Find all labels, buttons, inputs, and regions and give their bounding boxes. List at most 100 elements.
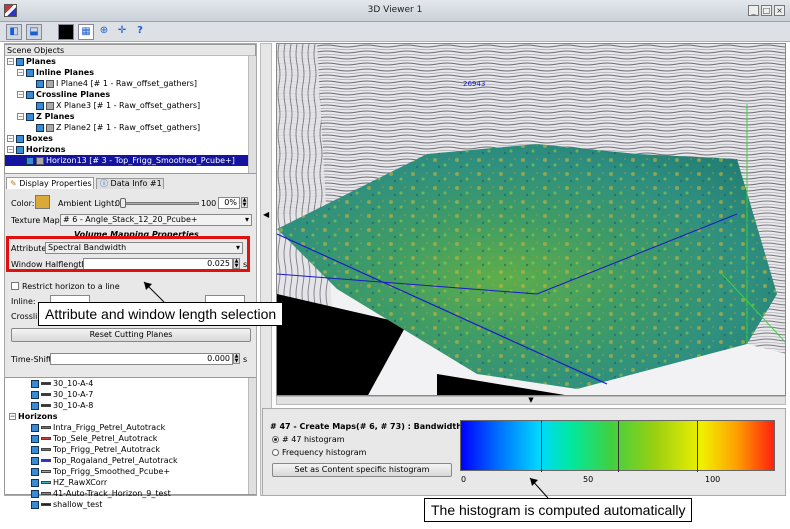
checkbox-icon[interactable] [36, 101, 44, 110]
list-item[interactable]: Top_Rogaland_Petrel_Autotrack [9, 455, 255, 466]
checkbox-icon[interactable] [16, 134, 24, 143]
scene-item[interactable]: I Plane4 [# 1 - Raw_offset_gathers] [5, 78, 255, 89]
checkbox-icon[interactable] [26, 156, 34, 165]
expand-icon[interactable]: − [7, 58, 14, 65]
list-item[interactable]: Top_Frigg_Smoothed_Pcube+ [9, 466, 255, 477]
list-item[interactable]: Intra_Frigg_Petrel_Autotrack [9, 422, 255, 433]
checkbox-icon[interactable] [26, 112, 34, 121]
line-color-icon [41, 448, 51, 451]
checkbox-icon[interactable] [16, 145, 24, 154]
checkbox-icon[interactable] [31, 379, 39, 388]
checkbox-icon[interactable] [31, 390, 39, 399]
expand-icon[interactable]: − [7, 146, 14, 153]
expand-icon[interactable]: − [17, 113, 24, 120]
content-histogram-button[interactable]: Set as Content specific histogram [272, 463, 452, 477]
line-color-icon [41, 426, 51, 429]
checkbox-icon[interactable] [31, 423, 39, 432]
color-swatch[interactable] [35, 195, 50, 209]
collapse-left-icon[interactable]: ◀ [263, 210, 269, 219]
background-color-icon[interactable] [58, 24, 74, 40]
list-item-label: 30_10-A-7 [53, 390, 94, 399]
time-shift-field[interactable]: 0.000 [50, 353, 233, 365]
list-item[interactable]: 41-Auto-Track_Horizon_9_test [9, 488, 255, 499]
scene-objects-header: Scene Objects [5, 45, 255, 56]
histogram-marker[interactable] [618, 421, 619, 472]
scene-item[interactable]: Horizon13 [# 3 - Top_Frigg_Smoothed_Pcub… [5, 155, 255, 166]
list-item[interactable]: HZ_RawXCorr [9, 477, 255, 488]
help-icon[interactable]: ? [132, 24, 148, 40]
histogram-callout-arrow [529, 477, 549, 499]
list-item[interactable]: Top_Sele_Petrel_Autotrack [9, 433, 255, 444]
collapse-bottom-button[interactable]: ▼ [276, 396, 786, 405]
tab-data-info[interactable]: ⓘ Data Info #1 [96, 178, 164, 189]
collapse-icon[interactable]: − [9, 413, 16, 420]
scene-item[interactable]: X Plane3 [# 1 - Raw_offset_gathers] [5, 100, 255, 111]
list-item[interactable]: 30_10-A-4 [9, 378, 255, 389]
list-item-label: Top_Frigg_Smoothed_Pcube+ [53, 467, 171, 476]
crosshair-icon[interactable]: ⊕ [96, 24, 112, 40]
scene-item[interactable]: − Planes [5, 56, 255, 67]
checkbox-icon[interactable] [31, 434, 39, 443]
list-item[interactable]: 30_10-A-7 [9, 389, 255, 400]
list-item[interactable]: Top_Frigg_Petrel_Autotrack [9, 444, 255, 455]
toolbar: ◧ ⬓ ▦ ⊕ ✛ ? [0, 22, 790, 42]
checkbox-icon[interactable] [31, 401, 39, 410]
3d-viewport[interactable]: 26943 [276, 43, 786, 396]
radio-histogram[interactable] [272, 436, 279, 443]
histogram-marker[interactable] [541, 421, 542, 472]
view-left-icon[interactable]: ◧ [6, 24, 22, 40]
list-item-label: 30_10-A-8 [53, 401, 94, 410]
opacity-field[interactable]: 0% [218, 197, 240, 209]
scene-item[interactable]: Z Plane2 [# 1 - Raw_offset_gathers] [5, 122, 255, 133]
ambient-slider[interactable] [121, 202, 199, 205]
histogram-colorbar[interactable] [460, 420, 775, 472]
checkbox-icon[interactable] [16, 57, 24, 66]
list-item[interactable]: shallow_test [9, 499, 255, 510]
object-icon [46, 123, 54, 132]
list-item[interactable]: 30_10-A-8 [9, 400, 255, 411]
time-shift-spinner[interactable]: ▲ ▼ [233, 353, 240, 364]
checkbox-icon[interactable] [31, 456, 39, 465]
expand-icon[interactable]: − [7, 135, 14, 142]
data-tree-scrollbar[interactable] [248, 378, 256, 494]
opacity-spinner[interactable]: ▲ ▼ [241, 197, 248, 208]
scene-item[interactable]: − Boxes [5, 133, 255, 144]
radio-frequency[interactable] [272, 449, 279, 456]
target-icon[interactable]: ✛ [114, 24, 130, 40]
scene-item[interactable]: − Horizons [5, 144, 255, 155]
scene-item[interactable]: − Inline Planes [5, 67, 255, 78]
tab-display-properties[interactable]: ✎ Display Properties [6, 177, 94, 189]
checkbox-icon[interactable] [31, 500, 39, 509]
tab-data-label: Data Info #1 [110, 179, 162, 188]
view-top-icon[interactable]: ⬓ [26, 24, 42, 40]
scene-item[interactable]: − Z Planes [5, 111, 255, 122]
restrict-checkbox[interactable] [11, 282, 19, 290]
histogram-callout: The histogram is computed automatically [424, 498, 693, 522]
minimize-button[interactable]: _ [748, 5, 759, 16]
histogram-marker[interactable] [697, 421, 698, 472]
checkbox-icon[interactable] [31, 478, 39, 487]
scene-item[interactable]: − Crossline Planes [5, 89, 255, 100]
checkbox-icon[interactable] [36, 123, 44, 132]
scene-item-label: Planes [26, 57, 56, 66]
grid-icon[interactable]: ▦ [78, 24, 94, 40]
texture-map-select[interactable]: # 6 - Angle_Stack_12_20_Pcube+ ▾ [60, 214, 252, 226]
ambient-slider-handle[interactable] [120, 198, 126, 208]
checkbox-icon[interactable] [26, 90, 34, 99]
scene-item-label: Inline Planes [36, 68, 94, 77]
checkbox-icon[interactable] [31, 445, 39, 454]
attribute-callout-arrow [143, 281, 165, 303]
checkbox-icon[interactable] [31, 489, 39, 498]
checkbox-icon[interactable] [26, 68, 34, 77]
horizons-header: − Horizons [9, 411, 255, 422]
checkbox-icon[interactable] [36, 79, 44, 88]
list-item-label: shallow_test [53, 500, 103, 509]
reset-cutting-planes-button[interactable]: Reset Cutting Planes [11, 328, 251, 342]
expand-icon[interactable]: − [17, 91, 24, 98]
texture-map-value: # 6 - Angle_Stack_12_20_Pcube+ [63, 215, 198, 224]
scene-scrollbar[interactable] [248, 56, 256, 173]
close-button[interactable]: × [774, 5, 785, 16]
expand-icon[interactable]: − [17, 69, 24, 76]
checkbox-icon[interactable] [31, 467, 39, 476]
maximize-button[interactable]: □ [761, 5, 772, 16]
